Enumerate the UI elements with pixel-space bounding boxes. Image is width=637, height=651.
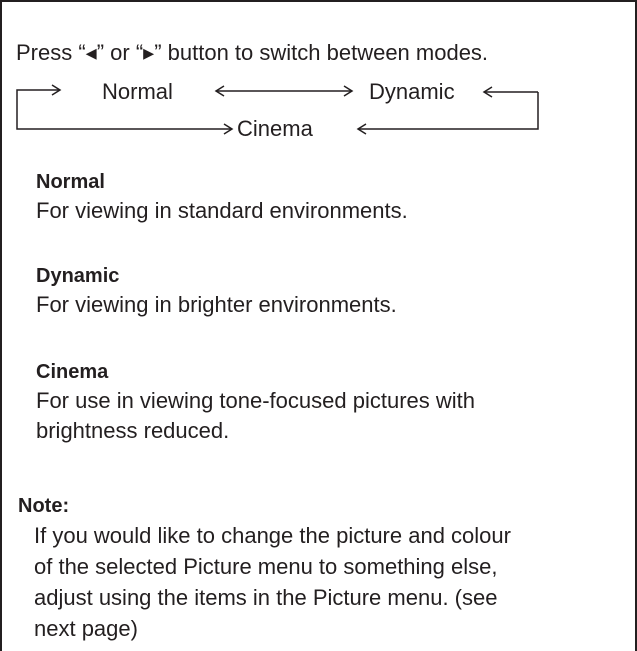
note-block: Note: If you would like to change the pi… xyxy=(18,492,634,644)
mode-label-dynamic: Dynamic xyxy=(369,79,455,104)
mode-label-cinema: Cinema xyxy=(237,116,313,141)
note-text: of the selected Picture menu to somethin… xyxy=(34,554,498,579)
manual-panel: Press “◂” or “▸” button to switch betwee… xyxy=(0,0,637,651)
note-text: If you would like to change the picture … xyxy=(34,523,511,548)
section-cinema: Cinema For use in viewing tone-focused p… xyxy=(36,358,475,446)
note-text: adjust using the items in the Picture me… xyxy=(34,585,498,610)
section-title: Normal xyxy=(36,171,105,193)
section-title: Cinema xyxy=(36,361,109,383)
section-text: brightness reduced. xyxy=(36,418,230,443)
section-title: Dynamic xyxy=(36,265,120,287)
note-text: next page) xyxy=(34,616,138,641)
section-dynamic: Dynamic For viewing in brighter environm… xyxy=(36,262,397,320)
note-title: Note: xyxy=(18,495,70,517)
mode-label-normal: Normal xyxy=(102,79,173,104)
section-normal: Normal For viewing in standard environme… xyxy=(36,168,408,226)
section-text: For use in viewing tone-focused pictures… xyxy=(36,388,475,413)
section-text: For viewing in standard environments. xyxy=(36,198,408,223)
mode-cycle-diagram xyxy=(16,84,539,135)
section-text: For viewing in brighter environments. xyxy=(36,292,397,317)
